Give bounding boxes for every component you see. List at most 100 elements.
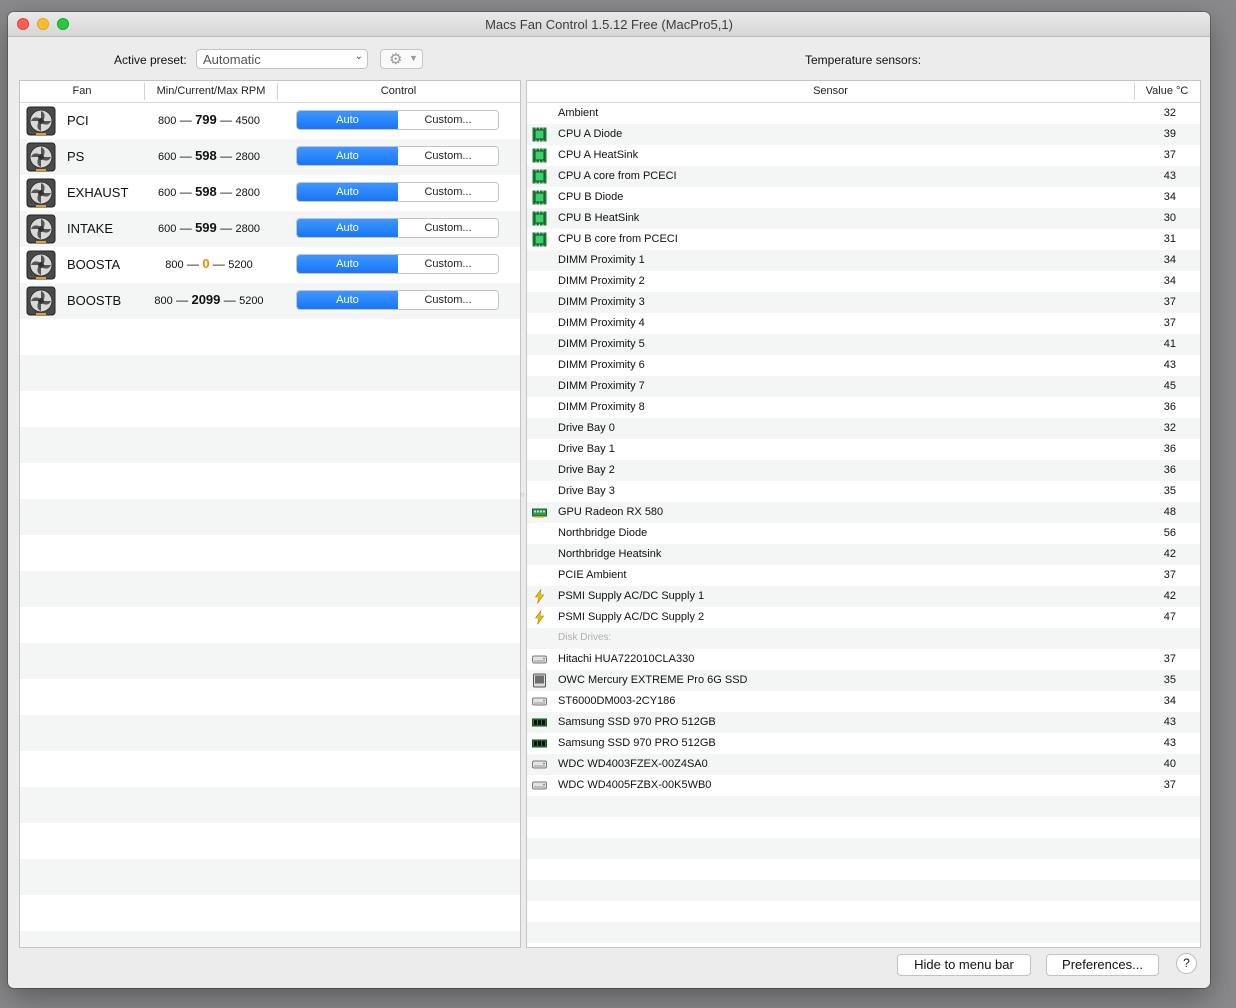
custom-button[interactable]: Custom... bbox=[398, 219, 498, 237]
sensor-row[interactable]: Northbridge Diode 56 bbox=[527, 523, 1200, 544]
auto-button[interactable]: Auto bbox=[297, 291, 398, 309]
auto-button[interactable]: Auto bbox=[297, 255, 398, 273]
sensor-name: Drive Bay 0 bbox=[558, 422, 615, 434]
sensor-row[interactable]: Drive Bay 3 35 bbox=[527, 481, 1200, 502]
sensor-row[interactable]: PCIE Ambient 37 bbox=[527, 565, 1200, 586]
sensor-row[interactable]: GPU Radeon RX 580 48 bbox=[527, 502, 1200, 523]
sensor-value: 47 bbox=[1163, 611, 1176, 623]
sensor-row[interactable]: Drive Bay 2 36 bbox=[527, 460, 1200, 481]
sensor-value: 37 bbox=[1163, 569, 1176, 581]
sensor-row[interactable]: Drive Bay 1 36 bbox=[527, 439, 1200, 460]
sensor-row[interactable]: DIMM Proximity 3 37 bbox=[527, 292, 1200, 313]
sensor-row[interactable]: Hitachi HUA722010CLA330 37 bbox=[527, 649, 1200, 670]
sensor-row[interactable]: Northbridge Heatsink 42 bbox=[527, 544, 1200, 565]
custom-button[interactable]: Custom... bbox=[398, 111, 498, 129]
sensor-name: CPU B Diode bbox=[558, 191, 624, 203]
fan-row[interactable]: BOOSTB 800 — 2099 — 5200 Auto Custom... bbox=[20, 283, 520, 319]
column-header-sensor[interactable]: Sensor bbox=[527, 85, 1134, 97]
preset-select[interactable]: Automatic ⌄ bbox=[196, 49, 368, 69]
sensor-row[interactable]: DIMM Proximity 8 36 bbox=[527, 397, 1200, 418]
sensor-row[interactable]: Samsung SSD 970 PRO 512GB 43 bbox=[527, 733, 1200, 754]
section-label: Disk Drives: bbox=[558, 632, 612, 643]
sensor-value: 37 bbox=[1163, 653, 1176, 665]
sensor-row[interactable]: Samsung SSD 970 PRO 512GB 43 bbox=[527, 712, 1200, 733]
sensor-row[interactable]: CPU A core from PCECI 43 bbox=[527, 166, 1200, 187]
fan-row[interactable]: INTAKE 600 — 599 — 2800 Auto Custom... bbox=[20, 211, 520, 247]
preset-select-value: Automatic bbox=[203, 52, 261, 67]
fan-row[interactable]: BOOSTA 800 — 0 — 5200 Auto Custom... bbox=[20, 247, 520, 283]
sensor-row[interactable]: WDC WD4003FZEX-00Z4SA0 40 bbox=[527, 754, 1200, 775]
sensors-table-body: Ambient 32 CPU A Diode 39 CPU A HeatSink 37 CP… bbox=[527, 103, 1200, 947]
min-rpm: 800 bbox=[165, 259, 184, 271]
chevron-down-icon: ▼ bbox=[409, 53, 418, 63]
sensor-value: 36 bbox=[1163, 401, 1176, 413]
sensor-row[interactable]: CPU B core from PCECI 31 bbox=[527, 229, 1200, 250]
column-header-fan[interactable]: Fan bbox=[20, 85, 144, 97]
sensor-value: 40 bbox=[1163, 758, 1176, 770]
sensor-row[interactable]: PSMI Supply AC/DC Supply 2 47 bbox=[527, 607, 1200, 628]
column-header-rpm[interactable]: Min/Current/Max RPM bbox=[145, 85, 277, 97]
sensor-row[interactable]: CPU B HeatSink 30 bbox=[527, 208, 1200, 229]
sensor-row[interactable]: Drive Bay 0 32 bbox=[527, 418, 1200, 439]
sensor-row[interactable]: CPU B Diode 34 bbox=[527, 187, 1200, 208]
column-header-value[interactable]: Value °C bbox=[1135, 85, 1199, 97]
sensor-value: 34 bbox=[1163, 254, 1176, 266]
preset-settings-button[interactable]: ⚙ ▼ bbox=[380, 49, 423, 69]
auto-button[interactable]: Auto bbox=[297, 147, 398, 165]
sensor-row[interactable]: DIMM Proximity 5 41 bbox=[527, 334, 1200, 355]
sensor-row[interactable]: PSMI Supply AC/DC Supply 1 42 bbox=[527, 586, 1200, 607]
sensor-row[interactable]: DIMM Proximity 7 45 bbox=[527, 376, 1200, 397]
sensor-value: 35 bbox=[1163, 485, 1176, 497]
sensor-row[interactable]: CPU A HeatSink 37 bbox=[527, 145, 1200, 166]
auto-button[interactable]: Auto bbox=[297, 219, 398, 237]
current-rpm: 799 bbox=[195, 112, 217, 127]
fans-table: Fan Min/Current/Max RPM Control PCI 800 —… bbox=[19, 80, 521, 948]
sensor-row[interactable]: Ambient 32 bbox=[527, 103, 1200, 124]
max-rpm: 5200 bbox=[228, 259, 253, 271]
sensor-row[interactable]: DIMM Proximity 1 34 bbox=[527, 250, 1200, 271]
sensor-value: 43 bbox=[1163, 359, 1176, 371]
custom-button[interactable]: Custom... bbox=[398, 147, 498, 165]
fan-row[interactable]: EXHAUST 600 — 598 — 2800 Auto Custom... bbox=[20, 175, 520, 211]
current-rpm: 2099 bbox=[191, 292, 221, 307]
sensor-value: 30 bbox=[1163, 212, 1176, 224]
sensor-value: 31 bbox=[1163, 233, 1176, 245]
sensor-name: PSMI Supply AC/DC Supply 1 bbox=[558, 590, 705, 602]
min-rpm: 600 bbox=[158, 187, 177, 199]
sensor-value: 34 bbox=[1163, 275, 1176, 287]
help-button[interactable]: ? bbox=[1176, 953, 1197, 974]
sensor-name: CPU A core from PCECI bbox=[558, 170, 677, 182]
sensor-value: 45 bbox=[1163, 380, 1176, 392]
auto-button[interactable]: Auto bbox=[297, 183, 398, 201]
sensor-row[interactable]: WDC WD4005FZBX-00K5WB0 37 bbox=[527, 775, 1200, 796]
sensor-name: Samsung SSD 970 PRO 512GB bbox=[558, 716, 716, 728]
min-rpm: 600 bbox=[158, 223, 177, 235]
column-header-control[interactable]: Control bbox=[278, 85, 519, 97]
custom-button[interactable]: Custom... bbox=[398, 291, 498, 309]
sensor-name: CPU A HeatSink bbox=[558, 149, 639, 161]
sensor-value: 56 bbox=[1163, 527, 1176, 539]
sensor-name: ST6000DM003-2CY186 bbox=[558, 695, 676, 707]
fan-name: EXHAUST bbox=[67, 185, 129, 200]
fan-name: BOOSTB bbox=[67, 293, 122, 308]
fan-control-segmented: Auto Custom... bbox=[296, 182, 499, 202]
sensor-row[interactable]: DIMM Proximity 2 34 bbox=[527, 271, 1200, 292]
sensor-value: 34 bbox=[1163, 695, 1176, 707]
max-rpm: 2800 bbox=[235, 223, 260, 235]
sensor-row[interactable]: DIMM Proximity 4 37 bbox=[527, 313, 1200, 334]
fans-table-body: PCI 800 — 799 — 4500 Auto Custom... PS 600 — … bbox=[20, 103, 520, 947]
hide-to-menu-bar-button[interactable]: Hide to menu bar bbox=[897, 954, 1031, 976]
fan-row[interactable]: PS 600 — 598 — 2800 Auto Custom... bbox=[20, 139, 520, 175]
sensor-row[interactable]: ST6000DM003-2CY186 34 bbox=[527, 691, 1200, 712]
fan-row[interactable]: PCI 800 — 799 — 4500 Auto Custom... bbox=[20, 103, 520, 139]
sensor-row[interactable]: CPU A Diode 39 bbox=[527, 124, 1200, 145]
auto-button[interactable]: Auto bbox=[297, 111, 398, 129]
preferences-button[interactable]: Preferences... bbox=[1046, 954, 1159, 976]
split-view-divider[interactable]: ○ bbox=[520, 490, 525, 499]
custom-button[interactable]: Custom... bbox=[398, 183, 498, 201]
sensor-row[interactable]: OWC Mercury EXTREME Pro 6G SSD 35 bbox=[527, 670, 1200, 691]
sensor-name: WDC WD4003FZEX-00Z4SA0 bbox=[558, 758, 708, 770]
custom-button[interactable]: Custom... bbox=[398, 255, 498, 273]
sensor-row[interactable]: DIMM Proximity 6 43 bbox=[527, 355, 1200, 376]
main-window: Macs Fan Control 1.5.12 Free (MacPro5,1)… bbox=[8, 12, 1210, 988]
